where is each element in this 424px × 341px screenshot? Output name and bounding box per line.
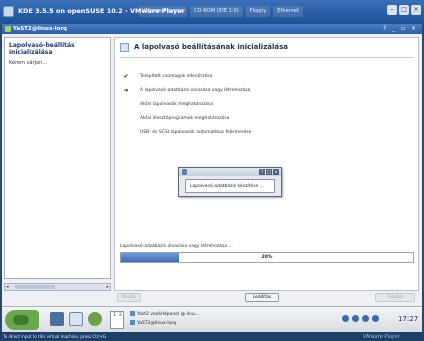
step-label: A lapolvasó-adatbázis olvasása vagy létr… [140,88,251,93]
dialog-controls: ? □ × [259,169,279,175]
yast-launcher-icon[interactable] [88,312,102,326]
done-check-icon: ✔ [123,73,129,80]
step-label: Aktív lapolvasók meghatározása [140,102,214,107]
title-divider [120,57,414,58]
progress-percent: 20% [261,255,273,260]
clock[interactable]: 17:27 [398,315,418,323]
next-button[interactable]: Tovább [375,293,415,302]
dialog-message-box: Lapolvasó-adatbázis készítése ... [185,179,275,193]
back-button[interactable]: Vissza [117,293,141,302]
step-item: ➜ A lapolvasó-adatbázis olvasása vagy lé… [122,86,412,100]
floppy-device-button[interactable]: Floppy [245,6,271,17]
step-list: ✔ Telepített csomagok ellenőrzése ➜ A la… [122,72,412,142]
task-list: Yast2 vezérlőpanel @ linu... YaST2@linux… [130,310,250,328]
current-arrow-icon: ➜ [123,87,129,94]
step-item: Aktív lapolvasók meghatározása [122,100,412,114]
minimize-button[interactable]: – [387,5,397,15]
kde-menu-button[interactable] [5,310,39,330]
update-icon[interactable] [362,315,369,322]
pager-desktop-2[interactable]: 2 [119,313,122,318]
task-item[interactable]: YaST2@linux-lorq [130,319,250,328]
host-device-tabs: VMware Player ▾ CD-ROM (IDE 1:0) Floppy … [138,6,303,17]
abort-button[interactable]: Leállítás [245,293,279,302]
step-label: USB- és SCSI-lapolvasók automatikus feli… [140,130,252,135]
desktop-icon[interactable] [50,312,64,326]
help-panel: Lapolvasó-beállítás inicializálása Kérem… [4,37,111,279]
dialog-message: Lapolvasó-adatbázis készítése ... [190,184,265,189]
file-manager-icon[interactable] [69,312,83,326]
dialog-app-icon [182,169,187,175]
help-text: Kérem várjon... [9,60,48,66]
close-button[interactable]: × [411,5,421,15]
progress-bar: 20% [120,252,414,263]
guest-title-bar: YaST2@linux-lorq ? _ ▫ × [2,24,422,34]
yast-window: Lapolvasó-beállítás inicializálása Kérem… [2,34,422,306]
step-item: ✔ Telepített csomagok ellenőrzése [122,72,412,86]
desktop-pager[interactable]: 1 2 [110,311,124,329]
window-icon [130,311,135,316]
help-title: Lapolvasó-beállítás inicializálása [9,42,75,56]
host-window-controls: – □ × [387,5,421,15]
guest-window-title: YaST2@linux-lorq [13,25,67,32]
dialog-title-bar: ? □ × [179,168,281,176]
kde-taskbar: 1 2 Yast2 vezérlőpanel @ linu... YaST2@l… [2,306,422,332]
system-tray [342,315,379,322]
scroll-left-icon[interactable]: ◂ [6,284,9,290]
step-item: Aktív illesztőprogramok meghatározása [122,114,412,128]
task-item[interactable]: Yast2 vezérlőpanel @ linu... [130,310,250,319]
busy-dialog: ? □ × Lapolvasó-adatbázis készítése ... [178,167,282,197]
dialog-maximize-button[interactable]: □ [266,169,272,175]
progress-label: Lapolvasó-adatbázis olvasása vagy létreh… [120,244,233,249]
step-label: Telepített csomagok ellenőrzése [140,74,213,79]
page-title: A lapolvasó beállításának inicializálása [134,43,288,51]
ethernet-device-button[interactable]: Ethernet [273,6,303,17]
dialog-close-button[interactable]: × [273,169,279,175]
vmware-brand-logo: VMware Player [362,333,400,340]
dialog-help-button[interactable]: ? [259,169,265,175]
scroll-right-icon[interactable]: ▸ [106,284,109,290]
network-icon[interactable] [342,315,349,322]
host-status-text: To direct input to this virtual machine,… [3,334,106,339]
window-icon [130,320,135,325]
cdrom-device-button[interactable]: CD-ROM (IDE 1:0) [190,6,243,17]
clipboard-icon[interactable] [372,315,379,322]
task-label: Yast2 vezérlőpanel @ linu... [137,312,200,317]
help-horizontal-scrollbar[interactable]: ◂ ▸ [4,283,111,291]
guest-window-controls[interactable]: ? _ ▫ × [383,25,418,32]
maximize-button[interactable]: □ [399,5,409,15]
vmware-player-menu[interactable]: VMware Player ▾ [138,6,188,17]
scanner-icon [120,43,129,52]
host-status-bar: To direct input to this virtual machine,… [0,332,424,341]
yast-icon [5,26,11,32]
task-label: YaST2@linux-lorq [137,321,176,326]
step-label: Aktív illesztőprogramok meghatározása [140,116,230,121]
host-title-bar: KDE 3.5.5 on openSUSE 10.2 - VMware Play… [0,0,424,24]
scrollbar-thumb[interactable] [15,285,55,289]
main-panel: A lapolvasó beállításának inicializálása… [114,37,419,291]
step-item: USB- és SCSI-lapolvasók automatikus feli… [122,128,412,142]
volume-icon[interactable] [352,315,359,322]
vmware-icon [3,6,14,17]
pager-desktop-1[interactable]: 1 [113,313,116,318]
